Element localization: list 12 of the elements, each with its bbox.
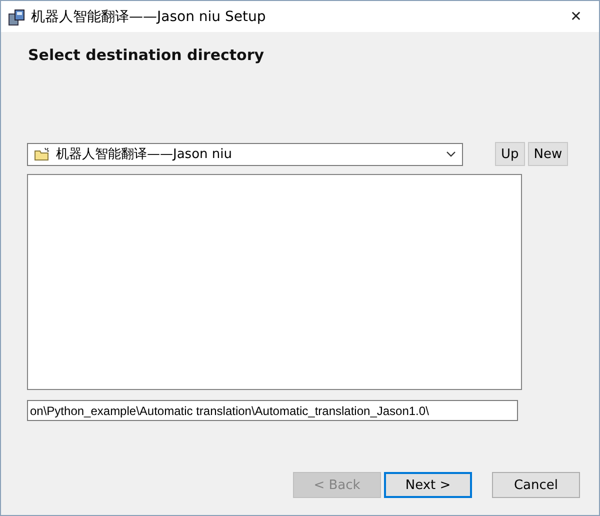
folder-icon (34, 147, 50, 161)
wizard-button[interactable]: Next > (384, 472, 472, 498)
installer-icon (8, 8, 26, 26)
folder-nav-button[interactable]: New (528, 142, 568, 166)
window-title: 机器人智能翻译——Jason niu Setup (31, 8, 266, 26)
chevron-down-icon (446, 151, 456, 157)
path-field[interactable]: on\Python_example\Automatic translation\Automatic_translation_Jason1.0\ (27, 400, 518, 421)
wizard-button[interactable]: Cancel (492, 472, 580, 498)
folder-list[interactable] (27, 174, 522, 390)
folder-nav-button[interactable]: Up (495, 142, 525, 166)
folder-dropdown[interactable]: 机器人智能翻译——Jason niu (27, 142, 463, 166)
page-heading: Select destination directory (28, 46, 266, 64)
